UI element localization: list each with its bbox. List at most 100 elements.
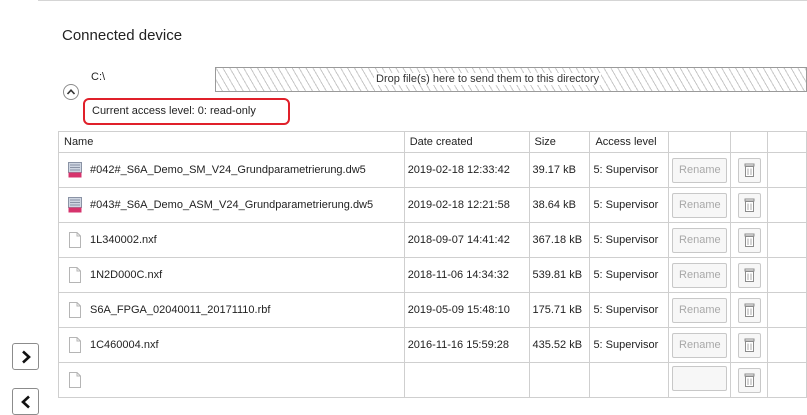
column-header-rename bbox=[668, 131, 732, 153]
next-button[interactable] bbox=[12, 343, 39, 370]
cell-delete bbox=[730, 257, 769, 293]
cell-delete bbox=[730, 327, 769, 363]
cell-rename: Rename bbox=[668, 152, 732, 188]
previous-button[interactable] bbox=[12, 388, 39, 415]
delete-button[interactable] bbox=[737, 192, 761, 218]
dw5-file-icon bbox=[68, 162, 82, 178]
cell-name[interactable] bbox=[58, 362, 405, 398]
file-name: 1C460004.nxf bbox=[90, 339, 159, 351]
file-icon bbox=[69, 302, 81, 318]
table-row[interactable]: 1L340002.nxf 2018-09-07 14:41:42 367.18 kB… bbox=[58, 222, 807, 258]
cell-name[interactable]: #043#_S6A_Demo_ASM_V24_Grundparametrieru… bbox=[58, 187, 405, 223]
table-row[interactable]: S6A_FPGA_02040011_20171110.rbf 2019-05-09… bbox=[58, 292, 807, 328]
cell-access: 5: Supervisor bbox=[589, 222, 670, 258]
cell-date: 2016-11-16 15:59:28 bbox=[403, 327, 530, 363]
trash-icon bbox=[744, 233, 755, 247]
file-name: 1L340002.nxf bbox=[90, 234, 157, 246]
delete-button[interactable] bbox=[737, 297, 761, 323]
cell-empty bbox=[767, 292, 807, 328]
cell-size: 367.18 kB bbox=[528, 222, 591, 258]
table-row[interactable]: #043#_S6A_Demo_ASM_V24_Grundparametrieru… bbox=[58, 187, 807, 223]
trash-icon bbox=[744, 268, 755, 282]
rename-button[interactable] bbox=[672, 366, 728, 391]
table-row[interactable] bbox=[58, 362, 807, 398]
file-name: #042#_S6A_Demo_SM_V24_Grundparametrierun… bbox=[90, 164, 366, 176]
column-header-date[interactable]: Date created bbox=[403, 131, 530, 153]
file-drop-zone[interactable]: Drop file(s) here to send them to this d… bbox=[215, 67, 807, 92]
file-name: S6A_FPGA_02040011_20171110.rbf bbox=[90, 304, 271, 316]
trash-icon bbox=[744, 198, 755, 212]
cell-delete bbox=[730, 292, 769, 328]
cell-date: 2019-05-09 15:48:10 bbox=[403, 292, 530, 328]
column-header-access[interactable]: Access level bbox=[589, 131, 670, 153]
delete-button[interactable] bbox=[737, 227, 761, 253]
cell-delete bbox=[730, 187, 769, 223]
trash-icon bbox=[744, 338, 755, 352]
rename-button[interactable]: Rename bbox=[672, 332, 728, 358]
delete-button[interactable] bbox=[737, 332, 761, 358]
cell-empty bbox=[767, 327, 807, 363]
rename-button[interactable]: Rename bbox=[672, 297, 728, 323]
delete-button[interactable] bbox=[737, 367, 761, 393]
cell-empty bbox=[767, 152, 807, 188]
trash-icon bbox=[744, 373, 755, 387]
cell-access: 5: Supervisor bbox=[589, 187, 670, 223]
cell-access: 5: Supervisor bbox=[589, 292, 670, 328]
cell-rename: Rename bbox=[668, 327, 732, 363]
column-header-empty bbox=[767, 131, 807, 153]
column-header-delete bbox=[730, 131, 769, 153]
chevron-left-icon bbox=[20, 395, 30, 408]
cell-name[interactable]: S6A_FPGA_02040011_20171110.rbf bbox=[58, 292, 405, 328]
delete-button[interactable] bbox=[737, 157, 761, 183]
cell-empty bbox=[767, 362, 807, 398]
delete-button[interactable] bbox=[737, 262, 761, 288]
trash-icon bbox=[744, 163, 755, 177]
file-name: #043#_S6A_Demo_ASM_V24_Grundparametrieru… bbox=[90, 199, 374, 211]
cell-size: 175.71 kB bbox=[528, 292, 591, 328]
file-icon bbox=[69, 372, 81, 388]
cell-rename bbox=[668, 362, 732, 398]
top-divider bbox=[38, 0, 807, 1]
cell-name[interactable]: #042#_S6A_Demo_SM_V24_Grundparametrierun… bbox=[58, 152, 405, 188]
dw5-file-icon bbox=[68, 197, 82, 213]
collapse-button[interactable] bbox=[63, 84, 79, 100]
cell-empty bbox=[767, 222, 807, 258]
cell-date: 2019-02-18 12:21:58 bbox=[403, 187, 530, 223]
cell-size: 539.81 kB bbox=[528, 257, 591, 293]
drop-zone-label: Drop file(s) here to send them to this d… bbox=[374, 73, 602, 85]
cell-delete bbox=[730, 152, 769, 188]
cell-access: 5: Supervisor bbox=[589, 257, 670, 293]
table-row[interactable]: 1N2D000C.nxf 2018-11-06 14:34:32 539.81 kB… bbox=[58, 257, 807, 293]
column-header-size[interactable]: Size bbox=[528, 131, 591, 153]
cell-name[interactable]: 1L340002.nxf bbox=[58, 222, 405, 258]
cell-date: 2018-09-07 14:41:42 bbox=[403, 222, 530, 258]
rename-button[interactable]: Rename bbox=[672, 157, 728, 183]
cell-rename: Rename bbox=[668, 257, 732, 293]
cell-date: 2019-02-18 12:33:42 bbox=[403, 152, 530, 188]
file-icon bbox=[69, 232, 81, 248]
chevron-up-icon bbox=[66, 89, 76, 95]
cell-empty bbox=[767, 257, 807, 293]
table-header-row: Name Date created Size Access level bbox=[58, 131, 807, 153]
column-header-name[interactable]: Name bbox=[58, 131, 405, 153]
trash-icon bbox=[744, 303, 755, 317]
table-row[interactable]: 1C460004.nxf 2016-11-16 15:59:28 435.52 kB… bbox=[58, 327, 807, 363]
file-icon bbox=[69, 337, 81, 353]
cell-access bbox=[589, 362, 670, 398]
cell-empty bbox=[767, 187, 807, 223]
cell-name[interactable]: 1N2D000C.nxf bbox=[58, 257, 405, 293]
section-title: Connected device bbox=[62, 27, 183, 44]
rename-button[interactable]: Rename bbox=[672, 227, 728, 253]
cell-delete bbox=[730, 222, 769, 258]
cell-access: 5: Supervisor bbox=[589, 327, 670, 363]
rename-button[interactable]: Rename bbox=[672, 192, 728, 218]
table-row[interactable]: #042#_S6A_Demo_SM_V24_Grundparametrierun… bbox=[58, 152, 807, 188]
file-table: Name Date created Size Access level #042… bbox=[58, 131, 807, 398]
rename-button[interactable]: Rename bbox=[672, 262, 728, 288]
file-icon bbox=[69, 267, 81, 283]
cell-name[interactable]: 1C460004.nxf bbox=[58, 327, 405, 363]
cell-size: 435.52 kB bbox=[528, 327, 591, 363]
chevron-right-icon bbox=[21, 350, 31, 363]
cell-date: 2018-11-06 14:34:32 bbox=[403, 257, 530, 293]
access-level-label: Current access level: 0: read-only bbox=[92, 105, 256, 117]
